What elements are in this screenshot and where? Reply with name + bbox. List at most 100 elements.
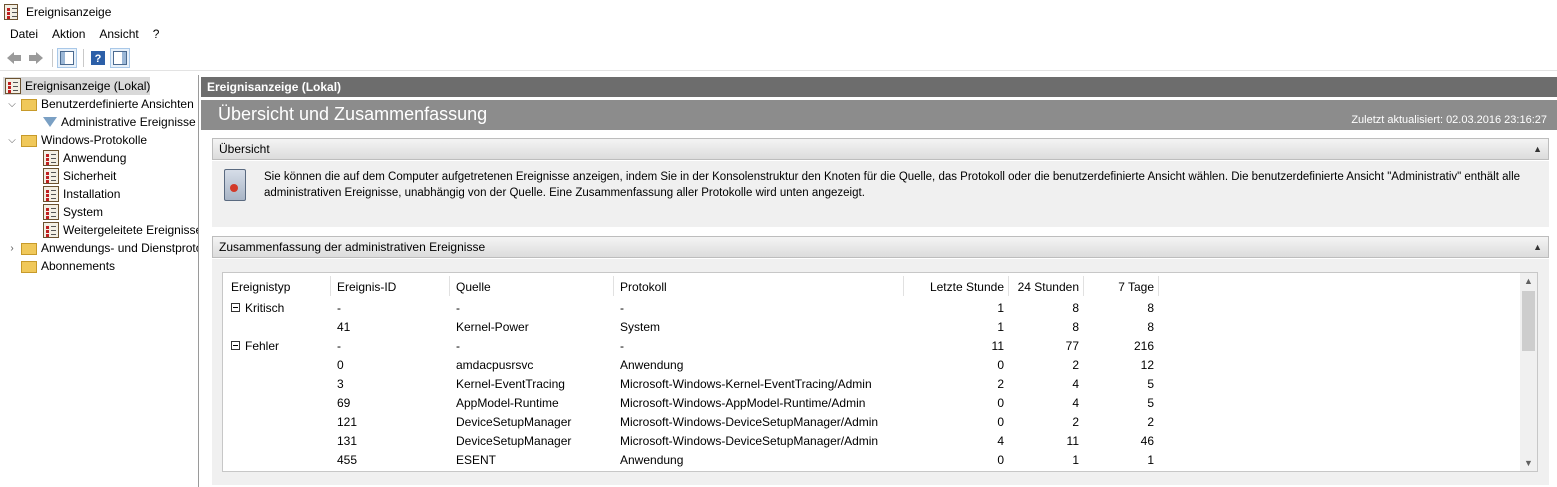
page-title: Übersicht und Zusammenfassung <box>218 104 488 124</box>
cell-24h: 4 <box>1072 396 1079 410</box>
chevron-down-icon[interactable]: ⌵ <box>7 135 17 146</box>
tree-item-label: Ereignisanzeige (Lokal) <box>25 79 151 93</box>
scroll-up-icon[interactable]: ▲ <box>1520 273 1537 289</box>
help-button[interactable]: ? <box>88 48 108 68</box>
cell-last-hour: 1 <box>997 320 1004 334</box>
tree-item-installation[interactable]: Installation <box>43 185 120 203</box>
column-divider[interactable] <box>613 276 614 296</box>
cell-id[interactable]: 41 <box>337 320 350 334</box>
cell-log: Microsoft-Windows-Kernel-EventTracing/Ad… <box>620 377 872 391</box>
show-hide-action-pane-button[interactable] <box>110 47 130 68</box>
cell-7d: 8 <box>1147 301 1154 315</box>
cell-type: Fehler <box>245 339 280 353</box>
menu-aktion[interactable]: Aktion <box>45 24 92 44</box>
scroll-down-icon[interactable]: ▼ <box>1520 455 1537 471</box>
collapse-icon[interactable]: ▲ <box>1533 237 1542 257</box>
tree-item-app-services[interactable]: › Anwendungs- und Dienstprotokolle <box>7 239 198 257</box>
folder-icon <box>21 135 37 147</box>
forward-button[interactable] <box>26 48 46 68</box>
cell-24h: 2 <box>1072 358 1079 372</box>
column-header-type[interactable]: Ereignistyp <box>231 280 290 294</box>
menu-ansicht[interactable]: Ansicht <box>92 24 145 44</box>
log-icon <box>43 186 59 202</box>
section-title: Übersicht <box>219 142 270 156</box>
tree-item-label: System <box>63 205 104 219</box>
tree-item-root[interactable]: Ereignisanzeige (Lokal) <box>3 77 150 95</box>
tree-item-label: Anwendung <box>63 151 127 165</box>
log-icon <box>43 168 59 184</box>
collapse-icon[interactable]: ▲ <box>1533 139 1542 159</box>
chevron-down-icon[interactable]: ⌵ <box>7 99 17 110</box>
tree-item-custom-views[interactable]: ⌵ Benutzerdefinierte Ansichten <box>7 95 194 113</box>
cell-id[interactable]: 121 <box>337 415 357 429</box>
tree-item-anwendung[interactable]: Anwendung <box>43 149 126 167</box>
collapse-group-icon[interactable] <box>231 341 240 351</box>
column-divider[interactable] <box>1158 276 1159 296</box>
tree-item-label: Sicherheit <box>63 169 117 183</box>
column-header-24-hours[interactable]: 24 Stunden <box>1009 280 1079 294</box>
back-button[interactable] <box>4 48 24 68</box>
chevron-right-icon[interactable]: › <box>7 243 17 254</box>
cell-id[interactable]: 131 <box>337 434 357 448</box>
vertical-scrollbar[interactable]: ▲ ▼ <box>1520 273 1537 471</box>
filter-icon <box>43 117 57 127</box>
cell-7d: 2 <box>1147 415 1154 429</box>
cell-24h: 77 <box>1065 339 1079 353</box>
tree-item-sicherheit[interactable]: Sicherheit <box>43 167 116 185</box>
tree-item-windows-logs[interactable]: ⌵ Windows-Protokolle <box>7 131 147 149</box>
tree-item-forwarded-events[interactable]: Weitergeleitete Ereignisse <box>43 221 198 239</box>
svg-text:?: ? <box>95 53 102 65</box>
cell-24h: 1 <box>1072 453 1079 467</box>
cell-7d: 46 <box>1140 434 1154 448</box>
console-tree: Ereignisanzeige (Lokal) ⌵ Benutzerdefini… <box>0 75 199 487</box>
overview-section-body: Sie können die auf dem Computer aufgetre… <box>212 161 1549 227</box>
cell-24h: 8 <box>1072 320 1079 334</box>
column-header-7-days[interactable]: 7 Tage <box>1084 280 1154 294</box>
tree-item-label: Benutzerdefinierte Ansichten <box>41 97 194 111</box>
cell-7d: 5 <box>1147 396 1154 410</box>
cell-log: - <box>620 339 624 353</box>
table-row-group-fehler[interactable]: Fehler <box>231 339 279 353</box>
column-header-log[interactable]: Protokoll <box>620 280 667 294</box>
show-hide-console-tree-button[interactable] <box>57 47 77 68</box>
column-divider[interactable] <box>449 276 450 296</box>
cell-log: Microsoft-Windows-DeviceSetupManager/Adm… <box>620 415 879 429</box>
cell-log: Anwendung <box>620 453 684 467</box>
console-tree-icon <box>60 50 74 65</box>
cell-id[interactable]: 455 <box>337 453 357 467</box>
admin-summary-section-header[interactable]: Zusammenfassung der administrativen Erei… <box>212 236 1549 258</box>
table-row-group-kritisch[interactable]: Kritisch <box>231 301 284 315</box>
cell-last-hour: 4 <box>997 434 1004 448</box>
cell-id[interactable]: 0 <box>337 358 344 372</box>
cell-source: amdacpusrsvc <box>456 358 534 372</box>
cell-id: - <box>337 339 341 353</box>
cell-id[interactable]: 69 <box>337 396 350 410</box>
cell-24h: 11 <box>1066 434 1079 448</box>
event-log-icon <box>224 169 246 201</box>
cell-id: - <box>337 301 341 315</box>
cell-source: DeviceSetupManager <box>456 415 572 429</box>
column-divider[interactable] <box>330 276 331 296</box>
overview-section-header[interactable]: Übersicht ▲ <box>212 138 1549 160</box>
window-title: Ereignisanzeige <box>26 5 112 19</box>
tree-item-subscriptions[interactable]: Abonnements <box>21 257 115 275</box>
column-header-last-hour[interactable]: Letzte Stunde <box>904 280 1004 294</box>
cell-24h: 4 <box>1072 377 1079 391</box>
log-icon <box>43 150 59 166</box>
menu-help[interactable]: ? <box>146 24 167 44</box>
tree-item-system[interactable]: System <box>43 203 103 221</box>
cell-last-hour: 0 <box>997 453 1004 467</box>
cell-source: ESENT <box>456 453 497 467</box>
column-header-id[interactable]: Ereignis-ID <box>337 280 396 294</box>
column-header-source[interactable]: Quelle <box>456 280 491 294</box>
menu-datei[interactable]: Datei <box>3 24 45 44</box>
cell-last-hour: 2 <box>997 377 1004 391</box>
collapse-group-icon[interactable] <box>231 303 240 313</box>
cell-id[interactable]: 3 <box>337 377 344 391</box>
log-icon <box>43 204 59 220</box>
tree-item-admin-events[interactable]: Administrative Ereignisse <box>43 113 196 131</box>
cell-source: - <box>456 339 460 353</box>
cell-source: DeviceSetupManager <box>456 434 572 448</box>
scrollbar-thumb[interactable] <box>1522 291 1535 351</box>
log-icon <box>43 222 59 238</box>
